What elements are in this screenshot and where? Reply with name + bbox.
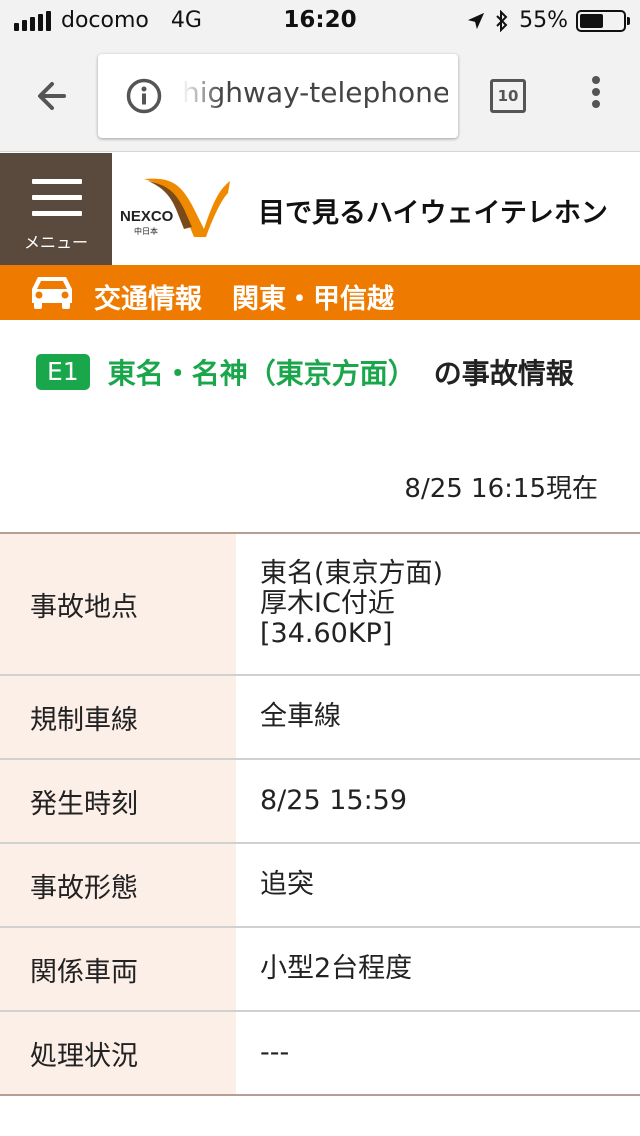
- url-text[interactable]: highway-telephone.jp: [182, 76, 448, 109]
- row-value-line: 厚木IC付近: [260, 588, 395, 619]
- back-arrow-icon[interactable]: [30, 74, 80, 118]
- site-title: 目で見るハイウェイテレホン: [258, 198, 608, 229]
- battery-percent: 55%: [519, 8, 568, 33]
- row-value-line: 追突: [260, 869, 314, 900]
- tab-switcher-button[interactable]: 10: [490, 79, 526, 113]
- row-value: 8/25 15:59: [236, 760, 640, 842]
- status-bar: docomo 4G 16:20 55%: [0, 0, 640, 40]
- nexco-logo[interactable]: NEXCO 中日本: [118, 177, 233, 239]
- row-value: 全車線: [236, 676, 640, 758]
- status-right: 55%: [467, 8, 630, 33]
- bluetooth-icon: [496, 9, 508, 32]
- row-value-lines: 全車線: [260, 702, 341, 732]
- site-header: メニュー NEXCO 中日本 目で見るハイウェイテレホン: [0, 153, 640, 265]
- row-value-line: 8/25 15:59: [260, 785, 408, 816]
- row-value-lines: 東名(東京方面) 厚木IC付近 [34.60KP]: [260, 559, 443, 649]
- route-name: 東名・名神（東京方面）: [107, 357, 416, 390]
- info-icon[interactable]: [126, 78, 162, 114]
- category-title: 交通情報 関東・甲信越: [94, 277, 394, 316]
- address-bar[interactable]: highway-telephone.jp: [98, 54, 458, 138]
- more-options-icon[interactable]: [584, 76, 608, 116]
- battery-fill: [580, 13, 603, 28]
- category-region: 関東・甲信越: [232, 284, 394, 315]
- table-row: 処理状況 ---: [0, 1012, 640, 1096]
- row-value: 東名(東京方面) 厚木IC付近 [34.60KP]: [236, 534, 640, 674]
- browser-toolbar: highway-telephone.jp 10: [0, 40, 640, 152]
- row-value-lines: 8/25 15:59: [260, 786, 407, 816]
- table-row: 事故地点 東名(東京方面) 厚木IC付近 [34.60KP]: [0, 534, 640, 676]
- hamburger-icon: [32, 179, 82, 227]
- row-label: 処理状況: [0, 1012, 236, 1094]
- logo-brand-text: NEXCO: [120, 208, 174, 225]
- row-value-line: ---: [260, 1037, 290, 1068]
- row-value-lines: 追突: [260, 870, 314, 900]
- category-section: 交通情報: [94, 284, 202, 315]
- row-value-line: [34.60KP]: [260, 618, 393, 649]
- table-row: 事故形態 追突: [0, 844, 640, 928]
- incident-detail-table: 事故地点 東名(東京方面) 厚木IC付近 [34.60KP] 規制車線 全車線 発生時刻 8/…: [0, 532, 640, 1096]
- row-label: 関係車両: [0, 928, 236, 1010]
- row-label: 事故地点: [0, 534, 236, 674]
- row-value-lines: ---: [260, 1038, 289, 1068]
- row-value-line: 小型2台程度: [260, 953, 413, 984]
- route-badge: E1: [36, 354, 90, 390]
- logo-sub-text: 中日本: [134, 226, 158, 236]
- location-arrow-icon: [467, 12, 485, 29]
- battery-icon: [576, 9, 630, 32]
- row-value-lines: 小型2台程度: [260, 954, 412, 984]
- table-row: 規制車線 全車線: [0, 676, 640, 760]
- timestamp: 8/25 16:15現在: [404, 474, 598, 504]
- row-value: 追突: [236, 844, 640, 926]
- table-row: 関係車両 小型2台程度: [0, 928, 640, 1012]
- page-title: E1 東名・名神（東京方面） の事故情報: [30, 352, 610, 396]
- row-value: 小型2台程度: [236, 928, 640, 1010]
- row-value: ---: [236, 1012, 640, 1094]
- car-icon: [32, 277, 72, 309]
- row-value-line: 全車線: [260, 701, 341, 732]
- table-row: 発生時刻 8/25 15:59: [0, 760, 640, 844]
- row-label: 発生時刻: [0, 760, 236, 842]
- menu-button[interactable]: メニュー: [0, 153, 112, 265]
- row-value-line: 東名(東京方面): [260, 558, 444, 589]
- row-label: 事故形態: [0, 844, 236, 926]
- menu-label: メニュー: [23, 233, 88, 252]
- heading-suffix: の事故情報: [433, 357, 574, 390]
- row-label: 規制車線: [0, 676, 236, 758]
- category-bar: 交通情報 関東・甲信越: [0, 265, 640, 320]
